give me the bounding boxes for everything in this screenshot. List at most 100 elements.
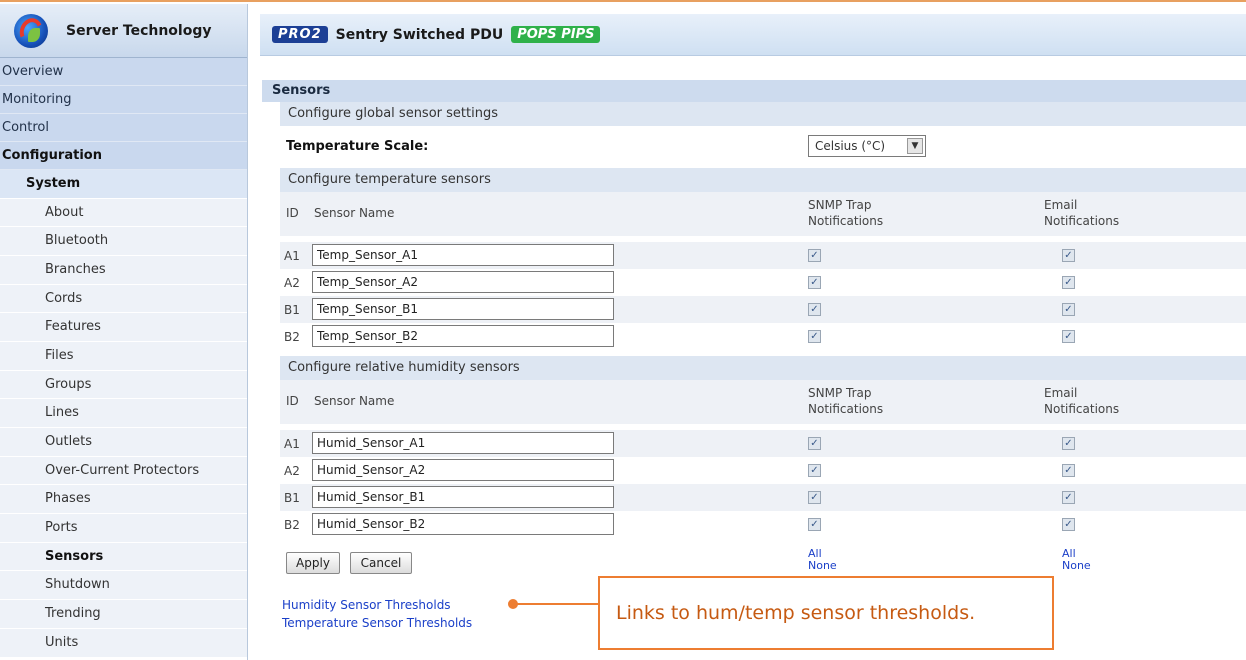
table-row: B1 ✓ ✓: [280, 296, 1246, 323]
temperature-scale-value: Celsius (°C): [815, 139, 886, 153]
temperature-scale-row: Temperature Scale: Celsius (°C) ▼: [280, 126, 1246, 168]
sidebar-item-branches[interactable]: Branches: [0, 255, 247, 285]
main-content: Sensors Configure global sensor settings…: [262, 80, 1246, 596]
column-email: Email Notifications: [1044, 198, 1120, 228]
sidebar-item-over-current-protectors[interactable]: Over-Current Protectors: [0, 456, 247, 486]
snmp-checkbox[interactable]: ✓: [808, 303, 821, 316]
sensor-name-input[interactable]: [312, 298, 614, 320]
temperature-scale-select[interactable]: Celsius (°C) ▼: [808, 135, 926, 157]
sidebar-item-sensors[interactable]: Sensors: [0, 542, 247, 572]
email-checkbox[interactable]: ✓: [1062, 464, 1075, 477]
nav-control[interactable]: Control: [0, 114, 247, 142]
table-row: B2 ✓ ✓: [280, 323, 1246, 350]
humidity-table-header: ID Sensor Name SNMP Trap Notifications Em…: [280, 380, 1246, 424]
sensor-id: A1: [284, 249, 300, 263]
sidebar-item-ports[interactable]: Ports: [0, 514, 247, 543]
humidity-sensors-heading: Configure relative humidity sensors: [280, 356, 1246, 380]
nav-system[interactable]: System: [0, 170, 247, 199]
sidebar: Server Technology Overview Monitoring Co…: [0, 4, 248, 660]
nav-overview[interactable]: Overview: [0, 58, 247, 86]
snmp-checkbox[interactable]: ✓: [808, 437, 821, 450]
sensor-name-input[interactable]: [312, 325, 614, 347]
column-sensor-name: Sensor Name: [314, 206, 395, 220]
email-checkbox[interactable]: ✓: [1062, 249, 1075, 262]
sidebar-item-shutdown[interactable]: Shutdown: [0, 571, 247, 601]
email-select-none-link[interactable]: None: [1062, 560, 1091, 572]
nav-monitoring[interactable]: Monitoring: [0, 86, 247, 114]
sidebar-item-cords[interactable]: Cords: [0, 284, 247, 314]
cancel-button[interactable]: Cancel: [350, 552, 412, 574]
table-row: B1 ✓ ✓: [280, 484, 1246, 511]
pro2-logo: PRO2: [272, 26, 328, 43]
email-checkbox[interactable]: ✓: [1062, 330, 1075, 343]
sensor-id: A2: [284, 464, 300, 478]
product-title: Sentry Switched PDU: [335, 26, 504, 43]
snmp-select-links: All None: [808, 548, 837, 572]
sidebar-item-trending[interactable]: Trending: [0, 600, 247, 629]
sensor-name-input[interactable]: [312, 271, 614, 293]
brand-header[interactable]: Server Technology: [0, 4, 247, 58]
page-title: Sensors: [262, 80, 1246, 102]
sidebar-item-outlets[interactable]: Outlets: [0, 428, 247, 457]
email-checkbox[interactable]: ✓: [1062, 491, 1075, 504]
email-select-links: All None: [1062, 548, 1091, 572]
snmp-select-none-link[interactable]: None: [808, 560, 837, 572]
column-snmp: SNMP Trap Notifications: [808, 198, 884, 228]
snmp-checkbox[interactable]: ✓: [808, 249, 821, 262]
server-technology-logo-icon: [14, 13, 48, 48]
sensor-name-input[interactable]: [312, 513, 614, 535]
sidebar-item-phases[interactable]: Phases: [0, 485, 247, 515]
table-row: A1 ✓ ✓: [280, 242, 1246, 269]
brand-name: Server Technology: [66, 22, 212, 39]
temperature-thresholds-link[interactable]: Temperature Sensor Thresholds: [282, 614, 472, 632]
temperature-scale-label: Temperature Scale:: [286, 139, 429, 154]
sensor-id: A2: [284, 276, 300, 290]
nav-configuration[interactable]: Configuration: [0, 142, 247, 170]
email-checkbox[interactable]: ✓: [1062, 303, 1075, 316]
sensor-id: B2: [284, 330, 300, 344]
pops-pips-logo: POPS PIPS: [511, 26, 601, 43]
sidebar-item-bluetooth[interactable]: Bluetooth: [0, 227, 247, 256]
sensor-id: B1: [284, 491, 300, 505]
callout-connector: [517, 603, 599, 605]
chevron-down-icon[interactable]: ▼: [907, 138, 923, 154]
column-id: ID: [286, 206, 299, 220]
global-settings-heading: Configure global sensor settings: [280, 102, 1246, 126]
column-sensor-name: Sensor Name: [314, 394, 395, 408]
sensor-id: B2: [284, 518, 300, 532]
sidebar-item-lines[interactable]: Lines: [0, 399, 247, 428]
email-checkbox[interactable]: ✓: [1062, 437, 1075, 450]
sidebar-item-features[interactable]: Features: [0, 313, 247, 342]
snmp-checkbox[interactable]: ✓: [808, 276, 821, 289]
table-row: A1 ✓ ✓: [280, 430, 1246, 457]
sensor-name-input[interactable]: [312, 459, 614, 481]
sensor-name-input[interactable]: [312, 432, 614, 454]
apply-button[interactable]: Apply: [286, 552, 340, 574]
sidebar-item-about[interactable]: About: [0, 198, 247, 228]
column-id: ID: [286, 394, 299, 408]
product-header: PRO2 Sentry Switched PDU POPS PIPS: [260, 14, 1246, 56]
snmp-checkbox[interactable]: ✓: [808, 518, 821, 531]
column-email: Email Notifications: [1044, 386, 1120, 416]
sensor-name-input[interactable]: [312, 486, 614, 508]
column-snmp: SNMP Trap Notifications: [808, 386, 884, 416]
callout-annotation: Links to hum/temp sensor thresholds.: [598, 576, 1054, 650]
snmp-checkbox[interactable]: ✓: [808, 491, 821, 504]
sensor-name-input[interactable]: [312, 244, 614, 266]
snmp-checkbox[interactable]: ✓: [808, 330, 821, 343]
email-checkbox[interactable]: ✓: [1062, 518, 1075, 531]
temperature-sensors-heading: Configure temperature sensors: [280, 168, 1246, 192]
email-checkbox[interactable]: ✓: [1062, 276, 1075, 289]
humidity-thresholds-link[interactable]: Humidity Sensor Thresholds: [282, 596, 472, 614]
sidebar-item-units[interactable]: Units: [0, 628, 247, 658]
sidebar-item-groups[interactable]: Groups: [0, 370, 247, 400]
table-row: A2 ✓ ✓: [280, 457, 1246, 484]
sidebar-item-files[interactable]: Files: [0, 341, 247, 371]
sensor-id: B1: [284, 303, 300, 317]
table-row: A2 ✓ ✓: [280, 269, 1246, 296]
top-accent-line: [0, 0, 1246, 2]
sensor-id: A1: [284, 437, 300, 451]
temperature-table-header: ID Sensor Name SNMP Trap Notifications Em…: [280, 192, 1246, 236]
table-row: B2 ✓ ✓: [280, 511, 1246, 538]
snmp-checkbox[interactable]: ✓: [808, 464, 821, 477]
